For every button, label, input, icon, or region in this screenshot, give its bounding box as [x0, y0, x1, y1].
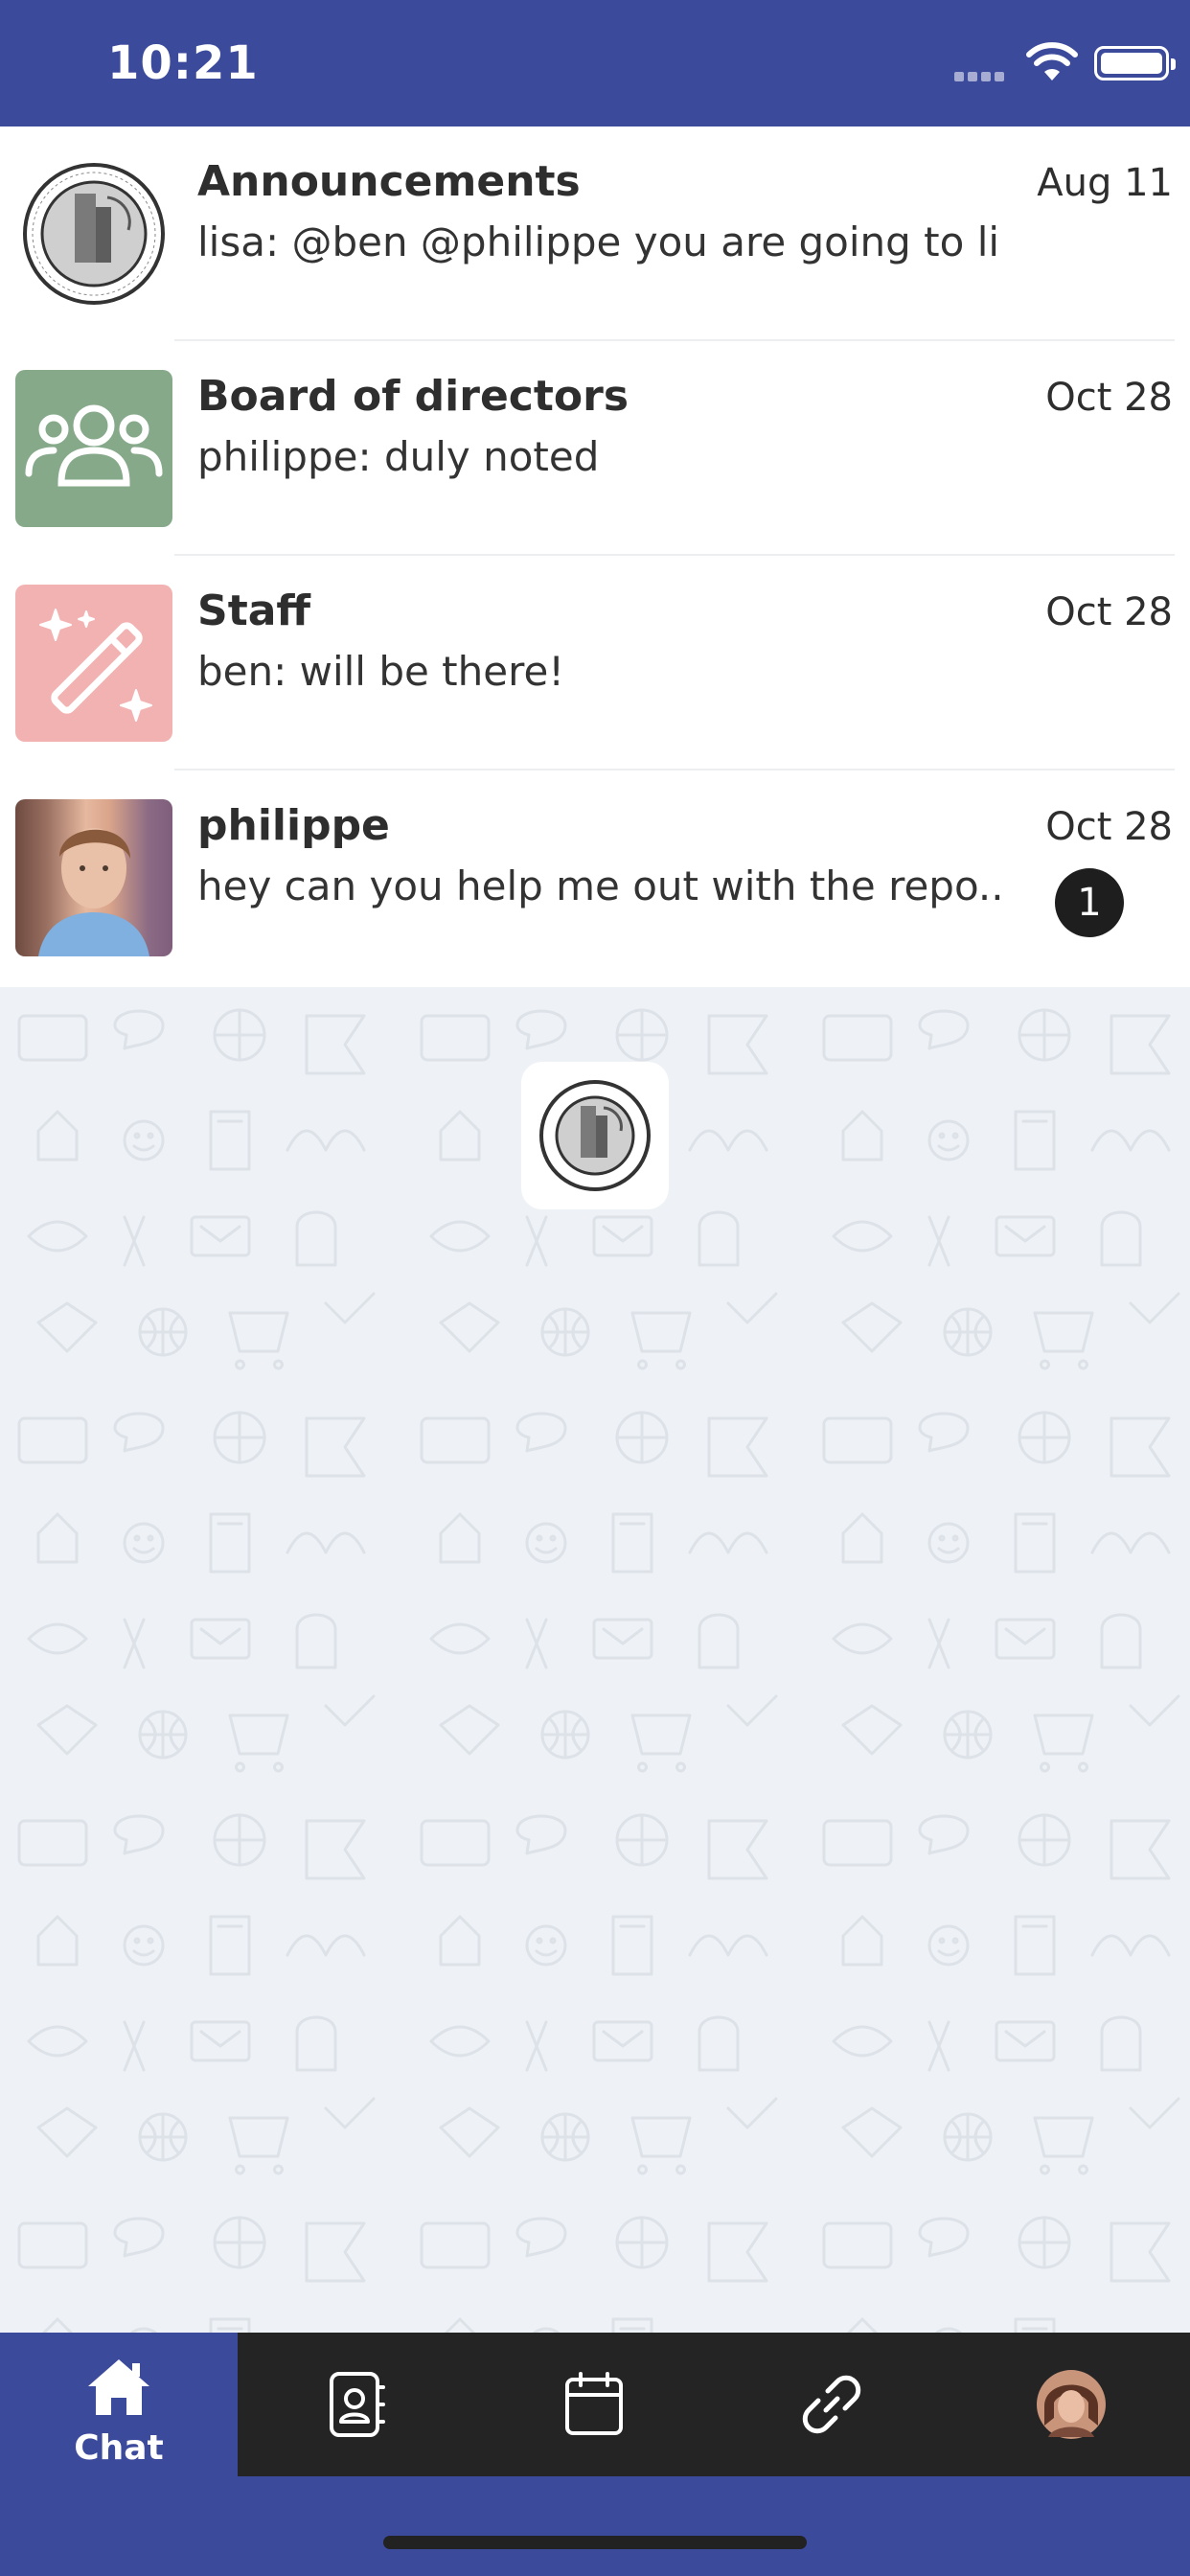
chat-preview: philippe: duly noted: [197, 433, 600, 480]
chat-row-board-of-directors[interactable]: Board of directors philippe: duly noted …: [0, 341, 1190, 556]
chat-background: [0, 987, 1190, 2333]
magic-wand-icon: [15, 585, 172, 742]
chat-title: Board of directors: [197, 372, 629, 421]
chat-title: Staff: [197, 586, 311, 635]
group-people-icon: [15, 370, 172, 527]
tab-links[interactable]: [713, 2333, 950, 2476]
home-indicator[interactable]: [383, 2536, 807, 2549]
tab-chat[interactable]: Chat: [0, 2333, 238, 2476]
chat-title: philippe: [197, 801, 390, 850]
tab-contacts[interactable]: [238, 2333, 475, 2476]
chat-title: Announcements: [197, 157, 581, 206]
chat-list: Announcements lisa: @ben @philippe you a…: [0, 126, 1190, 987]
status-bar: 10:21: [0, 0, 1190, 126]
chat-preview: lisa: @ben @philippe you are going to li…: [197, 218, 1002, 265]
chat-date: Oct 28: [1045, 590, 1173, 634]
chat-date: Aug 11: [1037, 161, 1173, 205]
status-time: 10:21: [107, 36, 259, 90]
profile-avatar: [1037, 2370, 1106, 2439]
wifi-icon: [1026, 42, 1078, 80]
unread-badge: 1: [1055, 868, 1124, 937]
chat-row-philippe[interactable]: philippe hey can you help me out with th…: [0, 770, 1190, 985]
calendar-icon: [565, 2372, 623, 2435]
chat-date: Oct 28: [1045, 805, 1173, 849]
tab-profile[interactable]: [952, 2333, 1190, 2476]
battery-icon: [1094, 46, 1176, 80]
tab-label: Chat: [74, 2428, 164, 2468]
chat-preview: ben: will be there!: [197, 648, 565, 695]
chat-row-announcements[interactable]: Announcements lisa: @ben @philippe you a…: [0, 126, 1190, 341]
chat-date: Oct 28: [1045, 376, 1173, 420]
home-indicator-area: [0, 2476, 1190, 2576]
tab-bar: Chat: [0, 2333, 1190, 2476]
status-icons: [903, 42, 1190, 84]
contacts-icon: [330, 2372, 385, 2437]
user-photo: [15, 799, 172, 956]
tab-calendar[interactable]: [475, 2333, 713, 2476]
chat-preview: hey can you help me out with the repo...: [197, 862, 1002, 909]
home-icon: [88, 2359, 149, 2415]
link-icon: [802, 2375, 861, 2434]
center-logo-icon: [521, 1062, 669, 1209]
lodge-seal-icon: [15, 155, 172, 312]
signal-icon: [954, 67, 1012, 81]
chat-row-staff[interactable]: Staff ben: will be there! Oct 28: [0, 556, 1190, 770]
